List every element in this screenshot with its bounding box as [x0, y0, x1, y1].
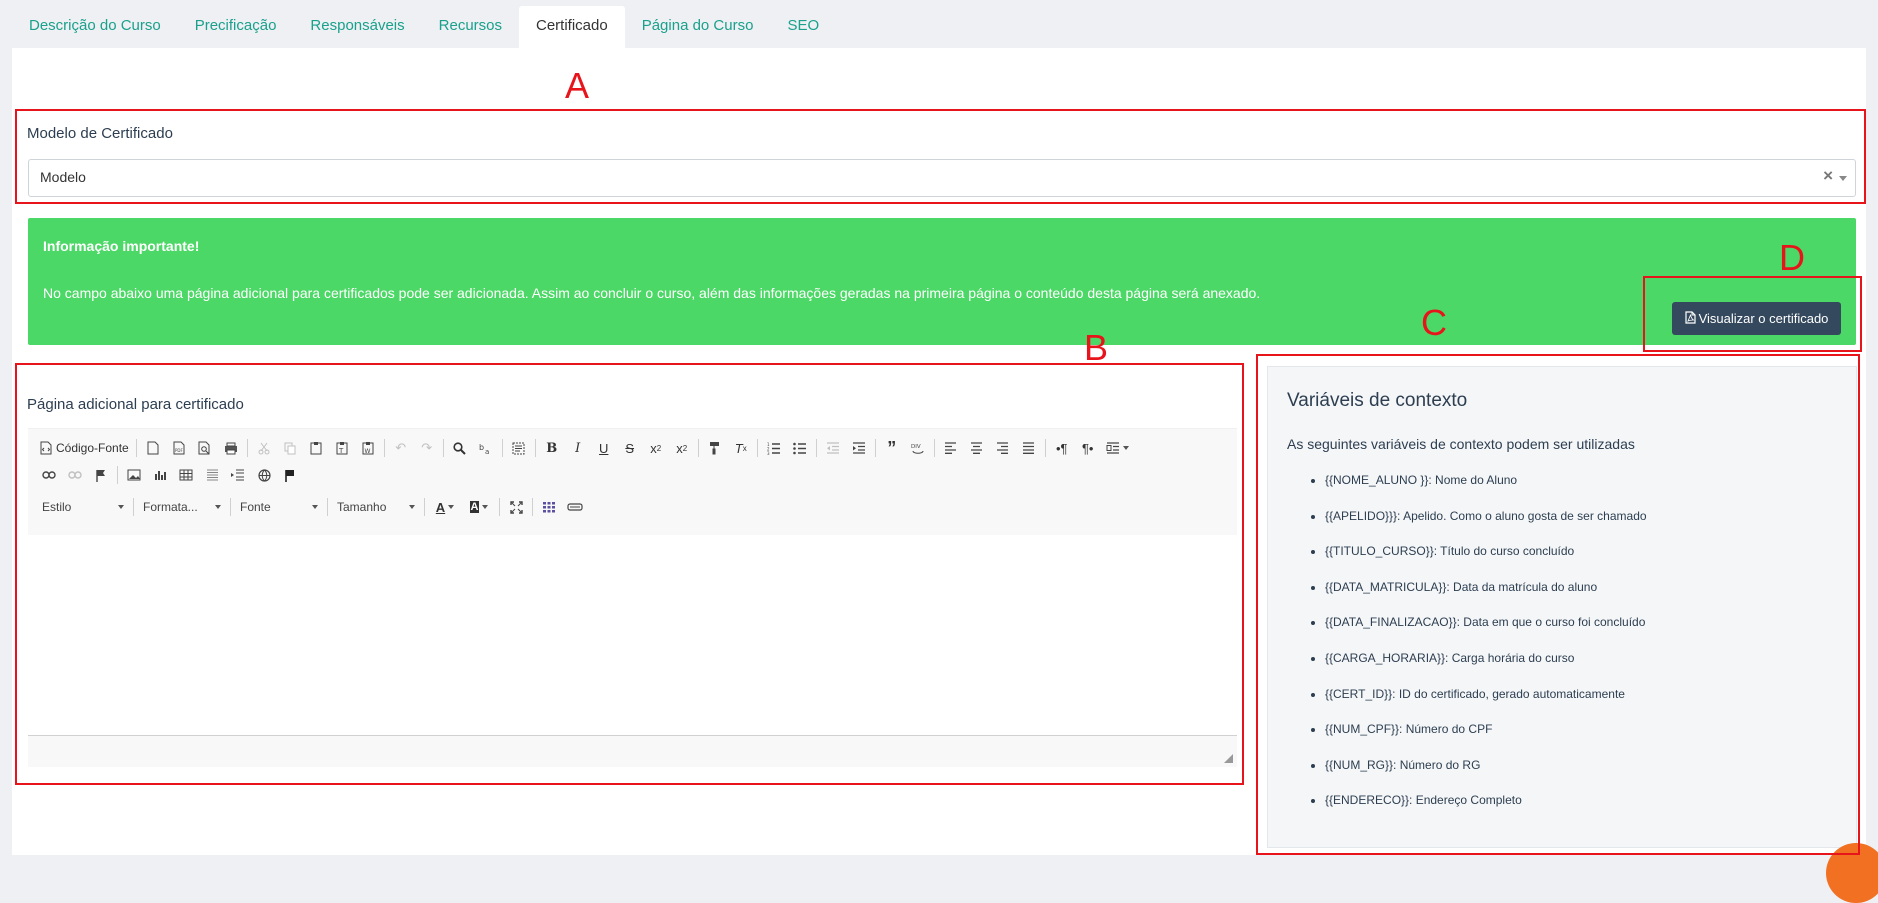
annotation-box-b — [15, 363, 1244, 785]
annotation-label-c: C — [1421, 302, 1447, 343]
tab-seo[interactable]: SEO — [770, 6, 836, 48]
tab-bar: Descrição do Curso Precificação Responsá… — [12, 6, 836, 48]
annotation-label-d: D — [1779, 237, 1805, 278]
alert-message: No campo abaixo uma página adicional par… — [43, 285, 1261, 301]
alert-title: Informação importante! — [43, 238, 200, 254]
tab-certificado[interactable]: Certificado — [519, 6, 625, 48]
annotation-box-a — [15, 109, 1866, 204]
annotation-label-a: A — [565, 65, 590, 106]
annotation-label-b: B — [1084, 327, 1109, 368]
info-alert: Informação importante! No campo abaixo u… — [28, 218, 1856, 345]
tab-precificacao[interactable]: Precificação — [178, 6, 294, 48]
annotation-box-c — [1256, 354, 1860, 855]
annotation-box-d — [1643, 276, 1862, 352]
tab-responsaveis[interactable]: Responsáveis — [293, 6, 421, 48]
tab-pagina-curso[interactable]: Página do Curso — [625, 6, 771, 48]
tab-recursos[interactable]: Recursos — [422, 6, 519, 48]
tab-descricao[interactable]: Descrição do Curso — [12, 6, 178, 48]
